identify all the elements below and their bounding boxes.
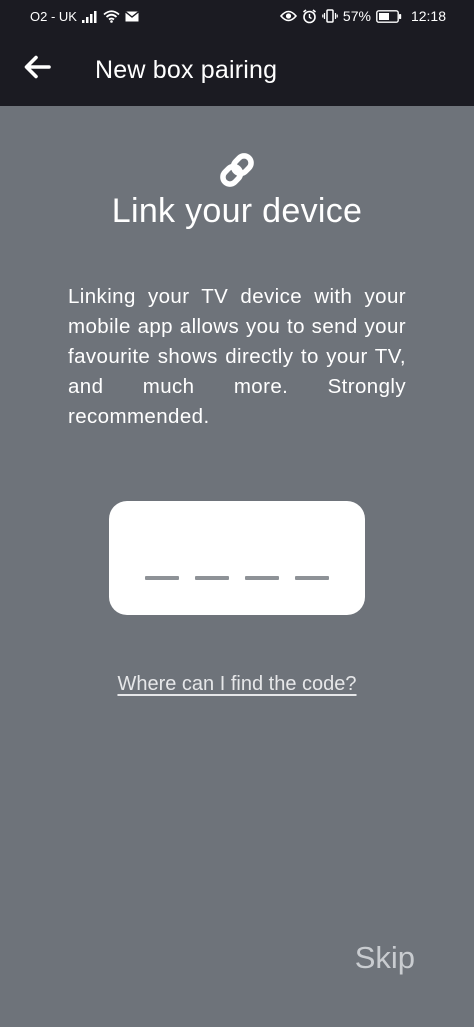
status-left: O2 - UK	[30, 9, 139, 24]
back-button[interactable]	[20, 52, 54, 86]
code-slot	[145, 576, 179, 580]
status-right: 57% 12:18	[279, 8, 446, 24]
status-bar: O2 - UK 57% 12:18	[0, 0, 474, 34]
carrier-label: O2 - UK	[30, 9, 77, 24]
page-heading: Link your device	[111, 192, 363, 230]
signal-icon	[81, 10, 98, 23]
battery-icon	[376, 9, 402, 23]
mail-icon	[125, 11, 139, 22]
code-slot	[245, 576, 279, 580]
eye-icon	[279, 10, 297, 22]
battery-percent: 57%	[342, 8, 371, 24]
find-code-link[interactable]: Where can I find the code?	[0, 673, 474, 696]
vibrate-icon	[322, 9, 338, 23]
app-bar: New box pairing	[0, 34, 474, 106]
skip-button[interactable]: Skip	[355, 940, 415, 976]
alarm-icon	[302, 8, 317, 24]
page-title: New box pairing	[95, 56, 278, 84]
description-text: Linking your TV device with your mobile …	[68, 285, 406, 428]
pairing-code-input[interactable]	[109, 501, 365, 615]
link-icon	[217, 150, 257, 190]
code-slot	[295, 576, 329, 580]
code-slot	[195, 576, 229, 580]
clock-time: 12:18	[410, 8, 446, 24]
wifi-icon	[103, 10, 120, 23]
arrow-left-icon	[23, 55, 51, 84]
